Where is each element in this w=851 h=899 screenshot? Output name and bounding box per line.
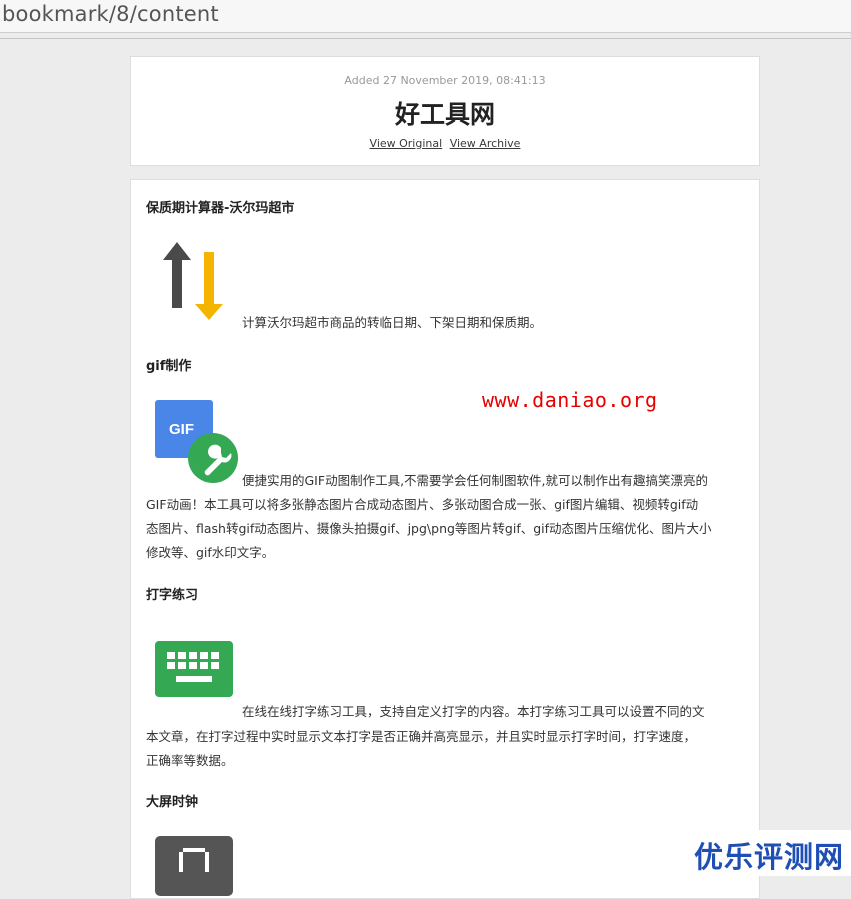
- url-text[interactable]: bookmark/8/content: [2, 2, 219, 26]
- header-links: View Original View Archive: [131, 137, 759, 150]
- bookmark-content-card: 保质期计算器-沃尔玛超市 计算沃尔玛超市商品的转临日期、下架日期和保质期。 gi…: [130, 179, 760, 899]
- section-title: 打字练习: [146, 588, 199, 603]
- page-title: 好工具网: [394, 100, 495, 129]
- section-description-line: GIF动画！本工具可以将多张静态图片合成动态图片、多张动图合成一张、gif图片编…: [146, 497, 699, 512]
- added-timestamp: Added 27 November 2019, 08:41:13: [344, 74, 546, 87]
- sort-arrows-icon: [163, 242, 223, 320]
- section-description-line: 便捷实用的GIF动图制作工具,不需要学会任何制图软件,就可以制作出有趣搞笑漂亮的: [242, 473, 709, 488]
- keyboard-icon: [155, 641, 233, 697]
- address-bar[interactable]: bookmark/8/content: [0, 0, 851, 33]
- section-description-line: 正确率等数据。: [146, 753, 234, 768]
- section-title: gif制作: [146, 359, 192, 374]
- section-description-line: 本文章，在打字过程中实时显示文本打字是否正确并高亮显示，并且实时显示打字时间，打…: [146, 729, 697, 744]
- section-description: 计算沃尔玛超市商品的转临日期、下架日期和保质期。: [242, 315, 543, 330]
- section-description-line: 在线在线打字练习工具，支持自定义打字的内容。本打字练习工具可以设置不同的文: [242, 704, 705, 719]
- section-title: 大屏时钟: [146, 795, 199, 810]
- bookmark-header-card: Added 27 November 2019, 08:41:13 好工具网 Vi…: [130, 56, 760, 166]
- section-description-line: 态图片、flash转gif动态图片、摄像头拍摄gif、jpg\png等图片转gi…: [146, 521, 712, 536]
- gif-icon-label: GIF: [169, 421, 194, 438]
- view-archive-link[interactable]: View Archive: [450, 137, 521, 150]
- gif-maker-icon: GIF: [155, 400, 238, 483]
- view-original-link[interactable]: View Original: [370, 137, 443, 150]
- section-title: 保质期计算器-沃尔玛超市: [146, 201, 295, 216]
- clock-icon: [155, 836, 233, 896]
- divider: [0, 38, 851, 39]
- section-description-line: 修改等、gif水印文字。: [146, 545, 275, 560]
- watermark-text: www.daniao.org: [482, 388, 658, 412]
- corner-watermark: 优乐评测网: [688, 830, 851, 876]
- corner-watermark-text: 优乐评测网: [694, 840, 845, 874]
